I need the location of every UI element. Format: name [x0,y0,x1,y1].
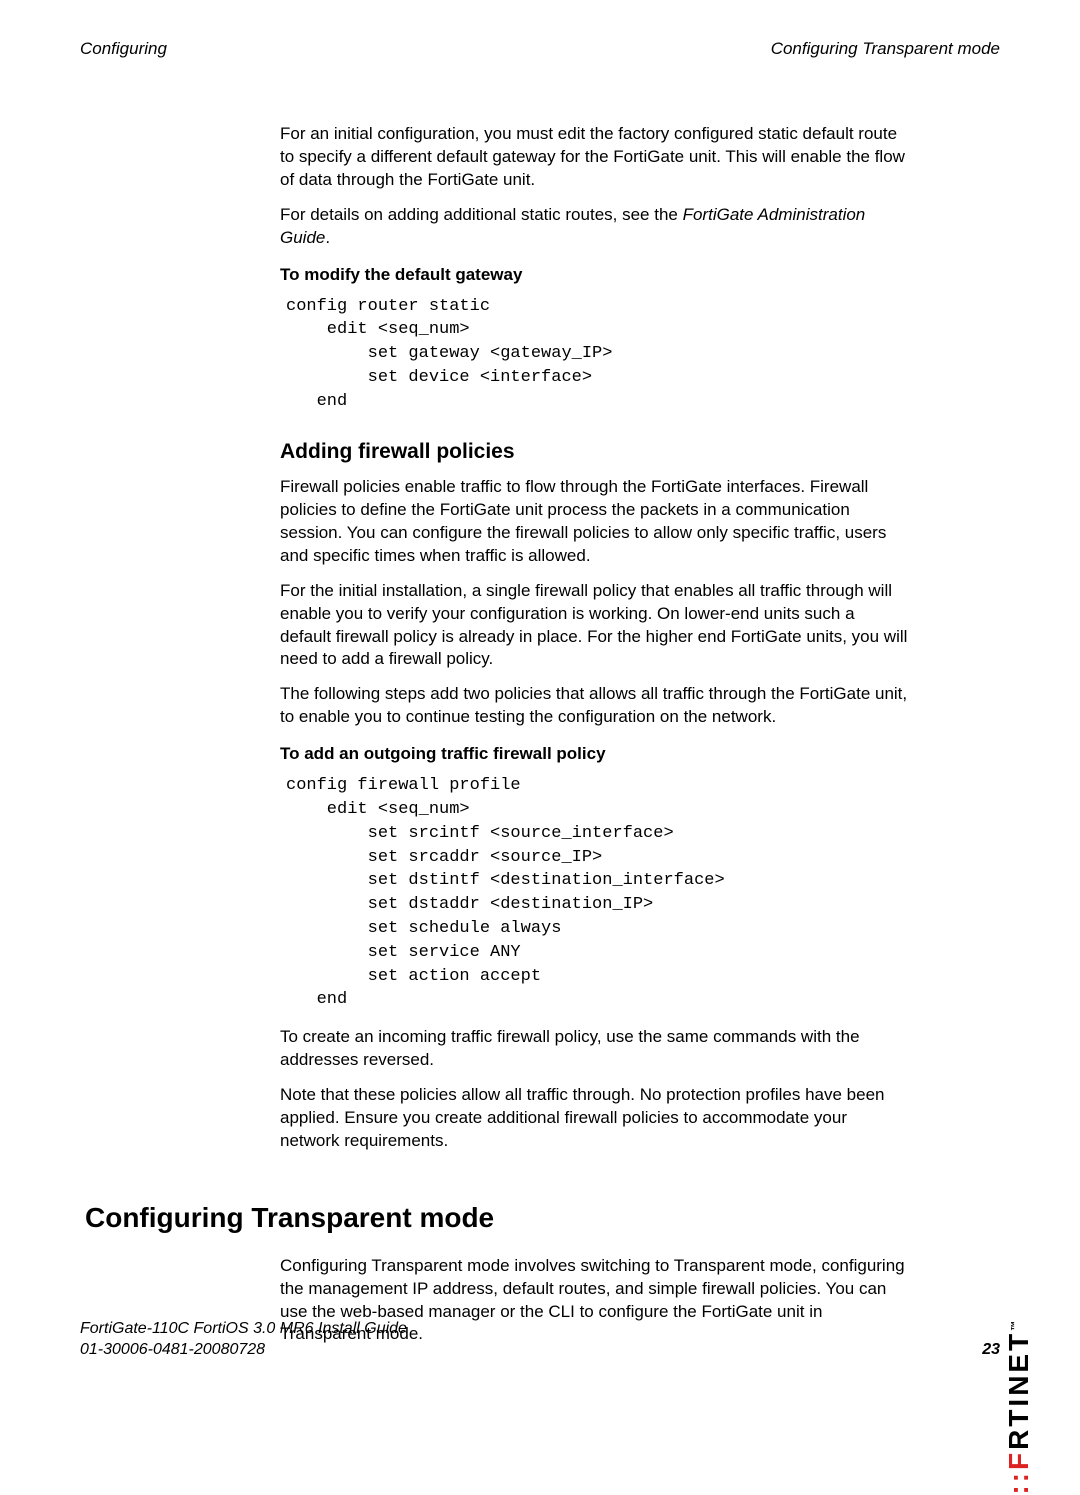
brand-red-letter: F [1003,1450,1034,1470]
paragraph-fw-2: For the initial installation, a single f… [280,580,910,672]
brand-tm: ™ [1010,1321,1021,1331]
page-footer: FortiGate-110C FortiOS 3.0 MR6 Install G… [80,1318,1000,1361]
text: For details on adding additional static … [280,205,683,224]
footer-doc-id: 01-30006-0481-20080728 [80,1339,407,1361]
content: For an initial configuration, you must e… [280,123,910,1346]
footer-doc-title: FortiGate-110C FortiOS 3.0 MR6 Install G… [80,1318,407,1340]
paragraph-incoming: To create an incoming traffic firewall p… [280,1026,910,1072]
paragraph-note: Note that these policies allow all traff… [280,1084,910,1153]
text: . [325,228,330,247]
paragraph-intro-1: For an initial configuration, you must e… [280,123,910,192]
page-header: Configuring Configuring Transparent mode [80,38,1000,61]
heading-add-policy: To add an outgoing traffic firewall poli… [280,743,910,766]
heading-transparent-mode: Configuring Transparent mode [85,1199,910,1237]
page: Configuring Configuring Transparent mode… [0,0,1080,1397]
paragraph-fw-3: The following steps add two policies tha… [280,683,910,729]
brand-logo: ::FRTINET™ [1000,1321,1038,1495]
brand-black: RTINET [1003,1331,1034,1450]
paragraph-fw-1: Firewall policies enable traffic to flow… [280,476,910,568]
header-left: Configuring [80,38,167,61]
header-right: Configuring Transparent mode [771,38,1000,61]
footer-left: FortiGate-110C FortiOS 3.0 MR6 Install G… [80,1318,407,1361]
footer-page-number: 23 [982,1339,1000,1361]
paragraph-intro-2: For details on adding additional static … [280,204,910,250]
heading-modify-gateway: To modify the default gateway [280,264,910,287]
code-firewall-profile: config firewall profile edit <seq_num> s… [286,774,910,1012]
heading-firewall-policies: Adding firewall policies [280,438,910,466]
code-router-static: config router static edit <seq_num> set … [286,295,910,414]
brand-red-accent-1: :: [1003,1470,1034,1495]
